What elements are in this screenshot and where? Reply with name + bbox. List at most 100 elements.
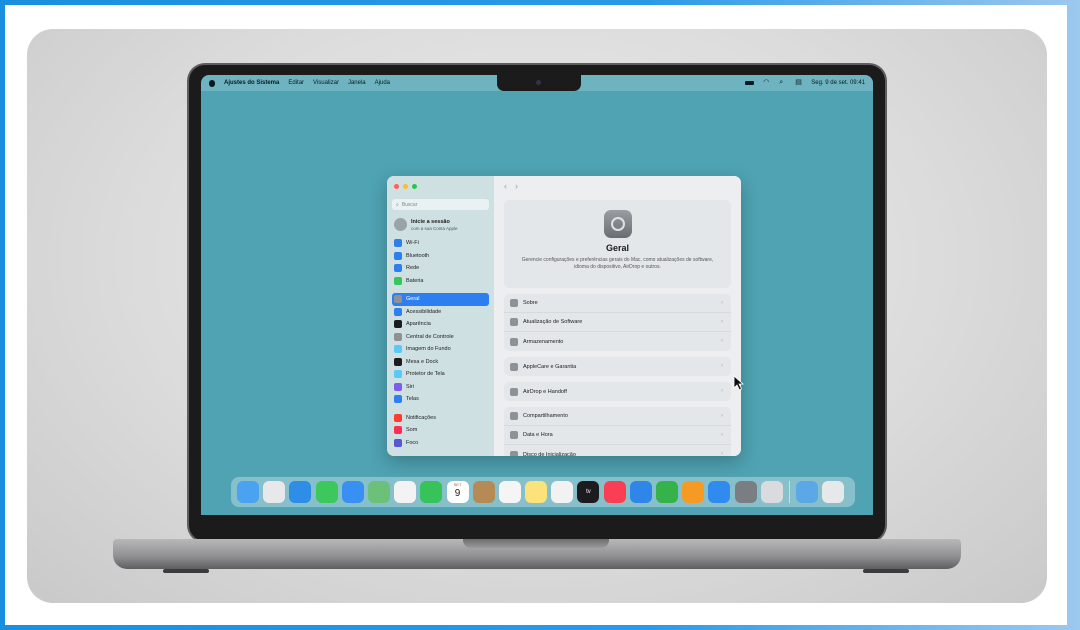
sidebar-item-label: Rede — [406, 265, 420, 272]
camera-notch — [497, 75, 581, 91]
contacts-icon[interactable] — [472, 481, 495, 503]
iphone-mirroring-icon[interactable] — [760, 481, 783, 503]
wifi-icon[interactable]: ◠ — [763, 79, 770, 86]
sidebar-item-icon — [394, 345, 402, 354]
trash-icon[interactable] — [822, 481, 845, 503]
calendar-day: 9 — [454, 488, 461, 499]
system-settings-icon[interactable] — [734, 481, 757, 503]
sidebar-item-apar-ncia[interactable]: Aparência — [392, 318, 489, 331]
menu-ajuda[interactable]: Ajuda — [375, 80, 390, 86]
spotlight-icon[interactable]: ⌕ — [779, 79, 786, 86]
mail-icon[interactable] — [341, 481, 364, 503]
tv-icon[interactable]: tv — [577, 481, 600, 503]
settings-group: AirDrop e Handoff › — [504, 382, 731, 401]
sidebar-item-bluetooth[interactable]: Bluetooth — [392, 250, 489, 263]
settings-row-icon — [510, 318, 518, 326]
sidebar-item-label: Geral — [406, 296, 420, 303]
sidebar-item-wi-fi[interactable]: Wi-Fi — [392, 237, 489, 250]
sidebar-item-icon — [394, 370, 402, 379]
settings-row-label: Disco de Inicialização — [523, 451, 576, 457]
settings-row-icon — [510, 299, 518, 307]
settings-row-applecare-e-garantia[interactable]: AppleCare e Garantia › — [504, 357, 731, 376]
dock-separator — [788, 481, 790, 503]
settings-row-icon — [510, 387, 518, 396]
settings-row-compartilhamento[interactable]: Compartilhamento › — [504, 407, 731, 426]
settings-row-icon — [510, 431, 518, 439]
calendar-icon[interactable]: SET 9 — [446, 481, 469, 503]
numbers-icon[interactable] — [656, 481, 678, 503]
zoom-button[interactable] — [412, 184, 417, 189]
minimize-button[interactable] — [403, 184, 408, 189]
reminders-icon[interactable] — [498, 481, 521, 503]
sidebar-item-notifica-es[interactable]: Notificações — [392, 412, 489, 425]
freeform-icon[interactable] — [551, 481, 574, 503]
sidebar-item-siri[interactable]: Siri — [392, 381, 489, 394]
settings-row-airdrop-e-handoff[interactable]: AirDrop e Handoff › — [504, 382, 731, 401]
stage: Ajustes do Sistema Editar Visualizar Jan… — [27, 29, 1047, 603]
sidebar-item-acessibilidade[interactable]: Acessibilidade — [392, 306, 489, 319]
facetime-icon[interactable] — [420, 481, 443, 503]
sidebar-item-bateria[interactable]: Bateria — [392, 275, 489, 288]
back-icon[interactable]: ‹ — [504, 181, 507, 191]
search-placeholder: Buscar — [401, 201, 418, 208]
settings-window: ⌕ Buscar Inicie a sessão com a sua Conta… — [387, 176, 741, 456]
sidebar-item-label: Foco — [406, 439, 419, 446]
sidebar-item-label: Aparência — [406, 321, 431, 328]
menu-visualizar[interactable]: Visualizar — [313, 80, 339, 86]
sidebar-item-label: Imagem do Fundo — [406, 346, 451, 353]
sidebar-item-protetor-de-tela[interactable]: Protetor de Tela — [392, 368, 489, 381]
sidebar-item-icon — [394, 438, 402, 447]
sidebar-item-foco[interactable]: Foco — [392, 437, 489, 450]
control-center-icon[interactable]: ▤ — [795, 79, 802, 86]
settings-row-label: Atualização de Software — [523, 319, 583, 325]
keynote-icon[interactable] — [629, 481, 652, 503]
desktop-screen: Ajustes do Sistema Editar Visualizar Jan… — [201, 75, 873, 515]
sidebar-item-imagem-do-fundo[interactable]: Imagem do Fundo — [392, 343, 489, 356]
maps-icon[interactable] — [367, 481, 390, 503]
laptop-hinge — [463, 539, 609, 548]
settings-row-data-e-hora[interactable]: Data e Hora › — [504, 426, 731, 445]
music-icon[interactable] — [603, 481, 626, 503]
sidebar-item-central-de-controle[interactable]: Central de Controle — [392, 331, 489, 344]
sidebar-item-geral[interactable]: Geral — [392, 293, 489, 306]
menu-app-name[interactable]: Ajustes do Sistema — [224, 80, 279, 86]
sidebar-item-telas[interactable]: Telas — [392, 393, 489, 406]
forward-icon[interactable]: › — [515, 181, 518, 191]
photos-icon[interactable] — [394, 481, 417, 503]
messages-icon[interactable] — [315, 481, 338, 503]
menu-editar[interactable]: Editar — [288, 80, 304, 86]
safari-icon[interactable] — [289, 481, 312, 503]
settings-row-atualiza-o-de-software[interactable]: Atualização de Software › — [504, 313, 731, 332]
downloads-icon[interactable] — [796, 481, 819, 503]
settings-row-label: AppleCare e Garantia — [523, 363, 577, 370]
settings-row-sobre[interactable]: Sobre › — [504, 294, 731, 313]
notes-icon[interactable] — [525, 481, 548, 503]
sidebar-item-som[interactable]: Som — [392, 424, 489, 437]
settings-row-armazenamento[interactable]: Armazenamento › — [504, 332, 731, 351]
account-signin[interactable]: Inicie a sessão com a sua Conta Apple — [392, 218, 489, 231]
sidebar-item-rede[interactable]: Rede — [392, 262, 489, 275]
menu-clock[interactable]: Seg. 9 de set. 09:41 — [811, 80, 865, 86]
battery-icon[interactable] — [745, 81, 755, 85]
settings-groups: Sobre › Atualização de Software › Armazename… — [494, 294, 741, 456]
app-store-icon[interactable] — [708, 481, 731, 503]
finder-icon[interactable] — [237, 481, 259, 503]
settings-row-disco-de-inicializa-o[interactable]: Disco de Inicialização › — [504, 445, 731, 456]
pages-icon[interactable] — [682, 481, 705, 503]
sidebar-item-mesa-e-dock[interactable]: Mesa e Dock — [392, 356, 489, 369]
search-input[interactable]: ⌕ Buscar — [392, 199, 489, 210]
mouse-cursor-icon — [733, 375, 745, 391]
sidebar-group: Notificações Som Foco — [392, 412, 489, 450]
settings-row-label: Armazenamento — [523, 338, 564, 345]
sidebar-item-label: Siri — [406, 383, 414, 390]
chevron-right-icon: › — [721, 300, 723, 306]
launchpad-icon[interactable] — [263, 481, 286, 503]
apple-menu-icon[interactable] — [209, 79, 215, 87]
settings-row-label: Sobre — [523, 300, 538, 306]
window-controls — [394, 184, 489, 189]
menu-janela[interactable]: Janela — [348, 80, 366, 86]
settings-row-icon — [510, 337, 518, 346]
sidebar-item-label: Wi-Fi — [406, 240, 419, 247]
close-button[interactable] — [394, 184, 399, 189]
settings-group: AppleCare e Garantia › — [504, 357, 731, 376]
